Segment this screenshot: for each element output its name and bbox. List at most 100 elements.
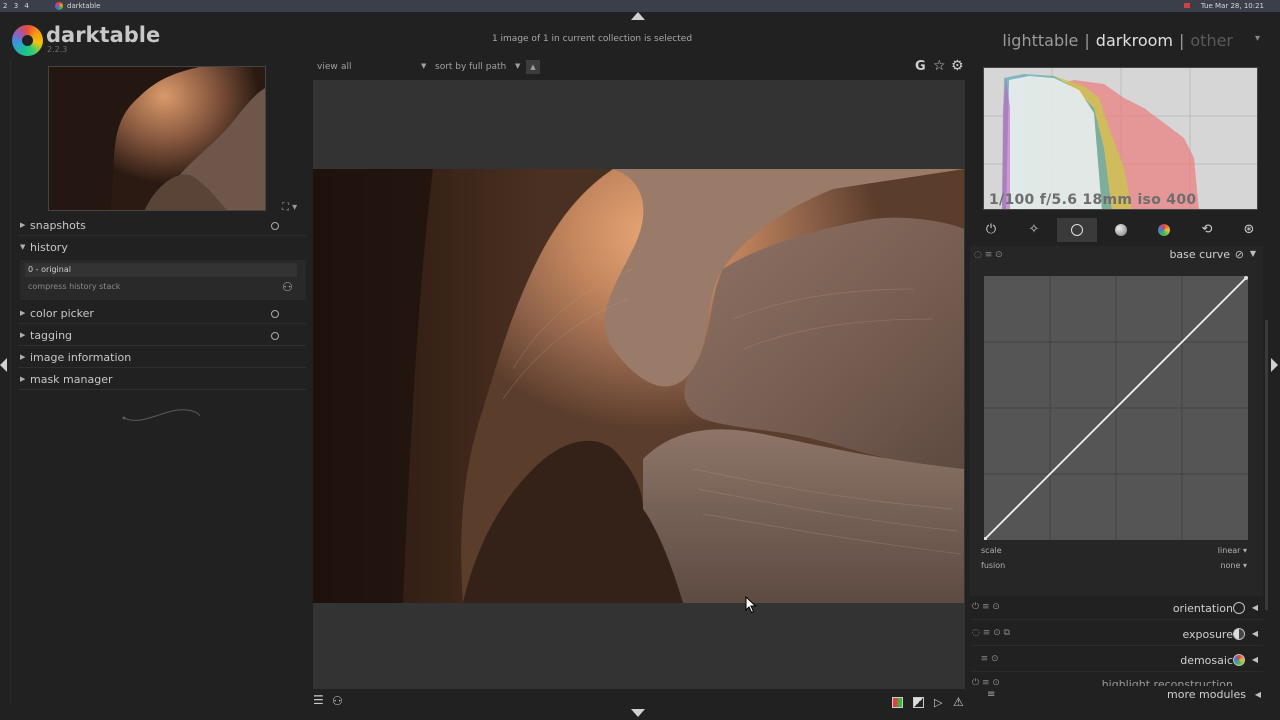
module-snapshots[interactable]: ▶ snapshots: [18, 216, 306, 236]
collapse-left-panel-arrow[interactable]: [0, 358, 7, 372]
main-image[interactable]: [313, 169, 964, 603]
expand-triangle-icon: ▶: [20, 353, 26, 361]
workspace-4[interactable]: 4: [24, 2, 28, 10]
view-other[interactable]: other: [1190, 31, 1233, 50]
module-history[interactable]: ▼ history: [18, 238, 306, 258]
presets-menu-icon[interactable]: ≡: [987, 689, 995, 700]
views-dropdown-icon[interactable]: ▾: [1255, 33, 1260, 44]
expand-arrow-icon[interactable]: ◀: [1255, 690, 1261, 699]
effect-group-icon[interactable]: ⊛: [1229, 218, 1269, 242]
module-header-icons[interactable]: ⏻ ≡ ⊙: [972, 678, 1000, 686]
module-tagging[interactable]: ▶ tagging: [18, 326, 306, 346]
view-lighttable[interactable]: lighttable: [1002, 31, 1078, 50]
module-highlight-reconstruction[interactable]: ⏻ ≡ ⊙ highlight reconstruction: [970, 676, 1263, 686]
color-assessment-icon[interactable]: [892, 697, 903, 708]
module-orientation[interactable]: ⏻ ≡ ⊙ orientation ◀: [970, 598, 1263, 620]
view-filter-label: view: [317, 62, 338, 72]
view-filter-select[interactable]: all: [341, 62, 352, 72]
demosaic-icon: [1233, 654, 1245, 666]
workspace-2[interactable]: 2: [3, 2, 7, 10]
collapse-top-panel-arrow[interactable]: [631, 12, 645, 20]
os-taskbar: 2 3 4 darktable Tue Mar 28, 10:21: [0, 0, 1280, 12]
reset-icon[interactable]: [271, 332, 279, 340]
panel-divider: [10, 60, 11, 705]
overlays-star-icon[interactable]: ☆: [933, 58, 946, 74]
color-group-icon[interactable]: [1144, 218, 1184, 242]
darktable-logo: [12, 25, 43, 56]
module-color-picker[interactable]: ▶ color picker: [18, 304, 306, 324]
favorites-icon[interactable]: ✧: [1014, 218, 1054, 242]
module-exposure[interactable]: ◌ ≡ ⊙ ⧉ exposure ◀: [970, 624, 1263, 646]
styles-icon[interactable]: ⚇: [332, 694, 343, 708]
module-icon: ⊘: [1234, 248, 1244, 261]
more-modules-bar[interactable]: ≡ more modules ◀: [970, 688, 1263, 704]
softproof-icon[interactable]: [913, 697, 924, 708]
expand-triangle-icon: ▶: [20, 331, 26, 339]
scale-label: scale: [981, 546, 1002, 555]
bottom-toolbar: ☰ ⚇ ▷ ⚠: [313, 693, 965, 711]
module-header-icons[interactable]: ◌ ≡ ⊙ ⧉: [972, 628, 1010, 638]
module-expand-icon[interactable]: ▼: [1250, 249, 1256, 258]
clock: Tue Mar 28, 10:21: [1200, 2, 1264, 10]
sort-order-button[interactable]: ▲: [526, 60, 540, 74]
presets-menu-icon[interactable]: ☰: [313, 693, 324, 707]
base-curve-graph[interactable]: [983, 276, 1248, 541]
histogram[interactable]: 1/100 f/5.6 18mm iso 400: [983, 67, 1258, 210]
scale-select[interactable]: linear ▾: [1218, 546, 1247, 555]
expand-triangle-icon: ▶: [20, 309, 26, 317]
sort-by-select[interactable]: full path: [469, 62, 506, 72]
module-name: orientation: [1172, 602, 1233, 615]
taskbar-app-name[interactable]: darktable: [67, 0, 100, 12]
more-modules-label: more modules: [1167, 688, 1246, 701]
tone-group-icon[interactable]: [1101, 218, 1141, 242]
panel-end-ornament: [122, 409, 201, 421]
correct-group-icon[interactable]: ⟲: [1187, 218, 1227, 242]
module-name: exposure: [1182, 628, 1233, 641]
expand-arrow-icon[interactable]: ◀: [1252, 603, 1258, 612]
preferences-gear-icon[interactable]: ⚙: [951, 58, 964, 74]
reset-icon[interactable]: [271, 310, 279, 318]
module-base-curve: ◌ ≡ ⊙ base curve ⊘ ▼ scale linear ▾ fusi…: [970, 246, 1263, 596]
module-group-tabs: ⏻ ✧ ⟲ ⊛: [975, 218, 1265, 242]
module-label: mask manager: [30, 373, 113, 386]
expand-triangle-icon: ▶: [20, 375, 26, 383]
view-switcher: lighttable | darkroom | other: [999, 31, 1236, 50]
workspace-switcher[interactable]: 2 3 4: [3, 0, 33, 12]
module-image-information[interactable]: ▶ image information: [18, 348, 306, 368]
module-name[interactable]: base curve: [1169, 248, 1230, 261]
compress-history-button[interactable]: compress history stack: [28, 282, 120, 291]
history-list: 0 - original compress history stack ⚇: [20, 260, 306, 300]
dropdown-arrow-icon[interactable]: ▼: [421, 62, 426, 70]
fusion-select[interactable]: none ▾: [1220, 561, 1247, 570]
fusion-label: fusion: [981, 561, 1006, 570]
workspace-3[interactable]: 3: [14, 2, 18, 10]
scale-row[interactable]: scale linear ▾: [981, 546, 1247, 555]
module-mask-manager[interactable]: ▶ mask manager: [18, 370, 306, 390]
right-panel-scrollbar[interactable]: [1265, 320, 1268, 610]
dropdown-arrow-icon[interactable]: ▼: [515, 62, 520, 70]
module-header-icons[interactable]: ⏻ ≡ ⊙: [972, 602, 1000, 612]
module-name: highlight reconstruction: [1101, 678, 1233, 686]
navigation-thumbnail[interactable]: [48, 66, 266, 211]
module-header-icons[interactable]: ≡ ⊙: [972, 654, 999, 664]
darktable-taskbar-icon: [55, 2, 63, 10]
fusion-row[interactable]: fusion none ▾: [981, 561, 1247, 570]
gamut-check-icon[interactable]: ▷: [934, 696, 942, 709]
view-darkroom[interactable]: darkroom: [1096, 31, 1173, 50]
module-label: color picker: [30, 307, 94, 320]
module-header-icons[interactable]: ◌ ≡ ⊙: [974, 250, 1003, 260]
zoom-fit-icon[interactable]: ⛶ ▾: [282, 202, 297, 213]
basic-group-icon[interactable]: [1057, 218, 1097, 242]
module-demosaic[interactable]: ≡ ⊙ demosaic ◀: [970, 650, 1263, 672]
active-modules-power-icon[interactable]: ⏻: [971, 218, 1011, 242]
create-style-icon[interactable]: ⚇: [282, 280, 293, 294]
reset-icon[interactable]: [271, 222, 279, 230]
grouping-button[interactable]: G: [915, 59, 926, 74]
collapse-right-panel-arrow[interactable]: [1271, 358, 1278, 372]
warning-icon[interactable]: ⚠: [953, 695, 964, 709]
module-label: history: [30, 241, 68, 254]
expand-arrow-icon[interactable]: ◀: [1252, 629, 1258, 638]
expand-arrow-icon[interactable]: ◀: [1252, 655, 1258, 664]
exif-info: 1/100 f/5.6 18mm iso 400: [989, 192, 1197, 208]
history-item[interactable]: 0 - original: [25, 263, 297, 277]
